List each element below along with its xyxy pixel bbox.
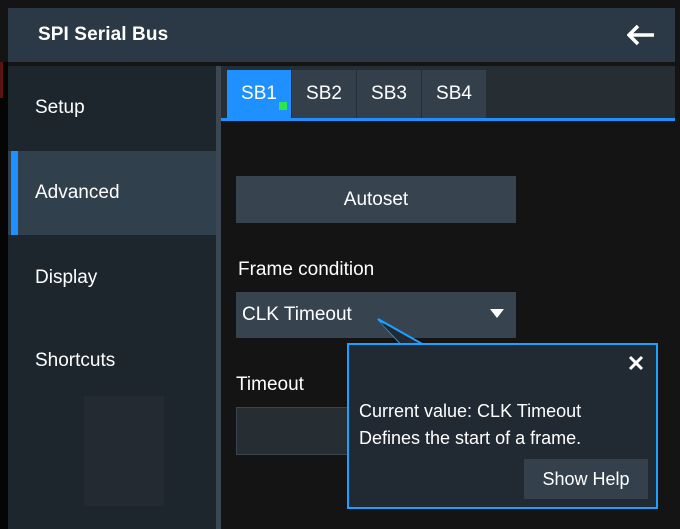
window-edge bbox=[0, 62, 8, 529]
tab-label: SB3 bbox=[371, 83, 407, 104]
tab-label: SB1 bbox=[241, 83, 277, 104]
arrow-left-icon bbox=[627, 24, 654, 46]
tab-sb4[interactable]: SB4 bbox=[422, 70, 486, 118]
sidebar-item-label: Setup bbox=[35, 97, 85, 118]
frame-condition-label: Frame condition bbox=[238, 259, 375, 280]
title-bar: SPI Serial Bus bbox=[8, 8, 675, 62]
caret-down-icon bbox=[490, 309, 504, 318]
tooltip-description: Defines the start of a frame. bbox=[359, 428, 582, 448]
tab-sb1[interactable]: SB1 bbox=[227, 70, 291, 118]
sidebar-item-label: Display bbox=[35, 267, 98, 288]
tab-sb3[interactable]: SB3 bbox=[357, 70, 421, 118]
autoset-button[interactable]: Autoset bbox=[236, 176, 516, 223]
timeout-input[interactable] bbox=[236, 407, 348, 455]
sidebar-shadow-block bbox=[84, 396, 164, 506]
tab-label: SB2 bbox=[306, 83, 342, 104]
sidebar: Setup Advanced Display Shortcuts bbox=[8, 66, 216, 529]
tab-bar: SB1 SB2 SB3 SB4 bbox=[221, 66, 675, 118]
sidebar-item-advanced[interactable]: Advanced bbox=[8, 151, 216, 235]
show-help-button[interactable]: Show Help bbox=[524, 459, 648, 499]
tooltip-close-button[interactable] bbox=[628, 355, 644, 371]
sidebar-item-setup[interactable]: Setup bbox=[8, 66, 216, 150]
edge-marker bbox=[0, 62, 3, 98]
sidebar-item-display[interactable]: Display bbox=[8, 236, 216, 320]
help-tooltip: Current value: CLK Timeout Defines the s… bbox=[347, 343, 658, 509]
window-title: SPI Serial Bus bbox=[38, 24, 169, 45]
tooltip-current-value: Current value: CLK Timeout bbox=[359, 401, 582, 421]
tab-underline bbox=[221, 118, 675, 121]
back-button[interactable] bbox=[625, 21, 657, 49]
sidebar-item-label: Shortcuts bbox=[35, 350, 116, 371]
sidebar-item-label: Advanced bbox=[35, 182, 120, 203]
tooltip-pointer bbox=[377, 318, 426, 345]
timeout-label: Timeout bbox=[236, 374, 304, 395]
active-indicator bbox=[279, 102, 287, 110]
close-icon bbox=[628, 355, 644, 371]
frame-condition-value: CLK Timeout bbox=[242, 304, 352, 325]
tab-label: SB4 bbox=[436, 83, 472, 104]
tab-sb2[interactable]: SB2 bbox=[292, 70, 356, 118]
